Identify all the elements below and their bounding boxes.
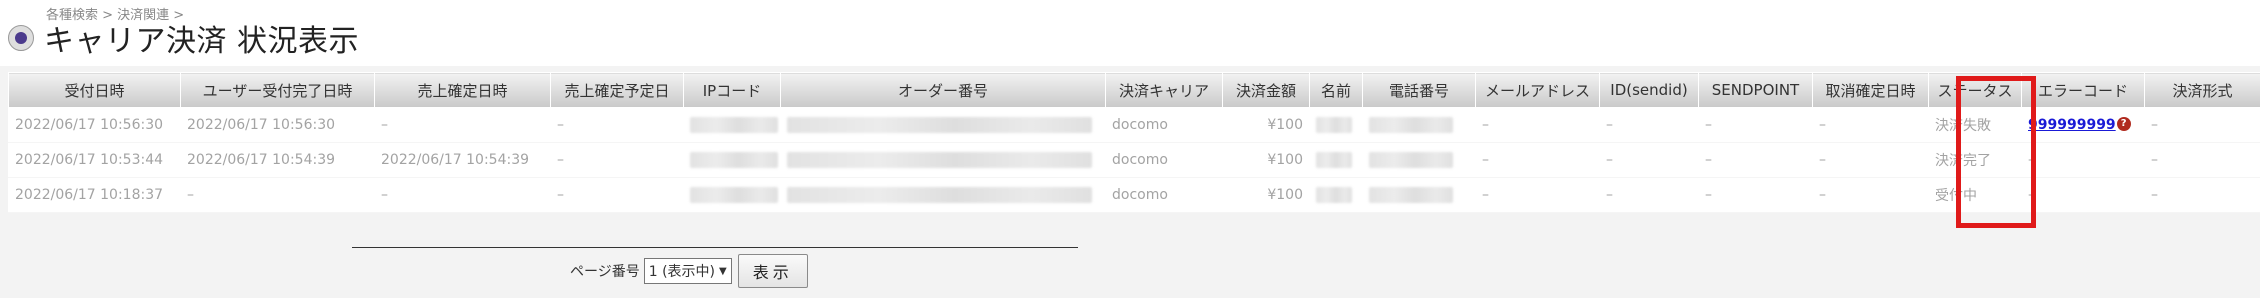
error-code-cell: 999999999? <box>2021 107 2145 143</box>
redacted-value <box>1316 117 1352 133</box>
cancel-confirmed-cell: – <box>1812 142 1929 178</box>
error-code-link[interactable]: 999999999 <box>2028 117 2116 133</box>
table-header-row: 受付日時 ユーザー受付完了日時 売上確定日時 売上確定予定日 IPコード オーダ… <box>8 72 2260 108</box>
table-row: 2022/06/17 10:18:37 – – – docomo ¥100 – … <box>8 177 2260 213</box>
column-header: エラーコード <box>2021 72 2145 108</box>
column-header: 受付日時 <box>8 72 181 108</box>
redacted-value <box>787 117 1092 133</box>
amount-cell: ¥100 <box>1222 142 1310 178</box>
email-cell: – <box>1475 177 1600 213</box>
redacted-value <box>787 187 1092 203</box>
user-completed-cell: 2022/06/17 10:56:30 <box>180 107 375 143</box>
carrier-cell: docomo <box>1105 177 1223 213</box>
redacted-value <box>1369 187 1453 203</box>
column-header: ID(sendid) <box>1599 72 1699 108</box>
title-row: キャリア決済 状況表示 <box>8 16 359 60</box>
cancel-confirmed-cell: – <box>1812 107 1929 143</box>
sales-scheduled-cell: – <box>550 107 684 143</box>
ip-code-cell <box>683 142 781 178</box>
sendid-cell: – <box>1599 177 1699 213</box>
received-cell: 2022/06/17 10:56:30 <box>8 107 181 143</box>
error-code-cell: – <box>2021 142 2145 178</box>
sendid-cell: – <box>1599 142 1699 178</box>
name-cell <box>1309 177 1363 213</box>
sales-confirmed-cell: 2022/06/17 10:54:39 <box>374 142 551 178</box>
column-header: 売上確定予定日 <box>550 72 684 108</box>
sales-scheduled-cell: – <box>550 142 684 178</box>
email-cell: – <box>1475 142 1600 178</box>
column-header: メールアドレス <box>1475 72 1600 108</box>
sendpoint-cell: – <box>1698 107 1813 143</box>
sales-confirmed-cell: – <box>374 107 551 143</box>
redacted-value <box>690 117 778 133</box>
sales-scheduled-cell: – <box>550 177 684 213</box>
column-header: ユーザー受付完了日時 <box>180 72 375 108</box>
redacted-value <box>690 187 778 203</box>
order-number-cell <box>780 107 1106 143</box>
page-title: キャリア決済 状況表示 <box>44 24 360 59</box>
email-cell: – <box>1475 107 1600 143</box>
payment-type-cell: – <box>2144 107 2260 143</box>
results-table: 受付日時 ユーザー受付完了日時 売上確定日時 売上確定予定日 IPコード オーダ… <box>8 72 2260 213</box>
redacted-value <box>1369 117 1453 133</box>
help-icon[interactable]: ? <box>2116 117 2131 131</box>
sendpoint-cell: – <box>1698 177 1813 213</box>
phone-cell <box>1362 177 1476 213</box>
phone-cell <box>1362 107 1476 143</box>
bullet-icon <box>8 25 34 51</box>
sendpoint-cell: – <box>1698 142 1813 178</box>
amount-cell: ¥100 <box>1222 107 1310 143</box>
table-row: 2022/06/17 10:53:44 2022/06/17 10:54:39 … <box>8 142 2260 178</box>
column-header: オーダー番号 <box>780 72 1106 108</box>
column-header: SENDPOINT <box>1698 72 1813 108</box>
column-header: 取消確定日時 <box>1812 72 1929 108</box>
ip-code-cell <box>683 177 781 213</box>
header: 各種検索 > 決済関連 > キャリア決済 状況表示 <box>0 0 2260 66</box>
order-number-cell <box>780 177 1106 213</box>
phone-cell <box>1362 142 1476 178</box>
column-header: 決済キャリア <box>1105 72 1223 108</box>
show-button[interactable]: 表示 <box>737 254 808 288</box>
redacted-value <box>690 152 778 168</box>
payment-type-cell: – <box>2144 177 2260 213</box>
page-number-value: 1 (表示中) <box>648 264 716 280</box>
received-cell: 2022/06/17 10:53:44 <box>8 142 181 178</box>
carrier-cell: docomo <box>1105 142 1223 178</box>
bullet-icon-dot <box>15 32 27 44</box>
redacted-value <box>1369 152 1453 168</box>
column-header: 決済形式 <box>2144 72 2260 108</box>
page: 各種検索 > 決済関連 > キャリア決済 状況表示 受付日時 ユーザー受付完了日… <box>0 0 2260 298</box>
chevron-down-icon: ▼ <box>719 265 727 277</box>
received-cell: 2022/06/17 10:18:37 <box>8 177 181 213</box>
user-completed-cell: 2022/06/17 10:54:39 <box>180 142 375 178</box>
sales-confirmed-cell: – <box>374 177 551 213</box>
column-header: 電話番号 <box>1362 72 1476 108</box>
cancel-confirmed-cell: – <box>1812 177 1929 213</box>
payment-type-cell: – <box>2144 142 2260 178</box>
page-number-select[interactable]: 1 (表示中) ▼ <box>643 258 732 284</box>
user-completed-cell: – <box>180 177 375 213</box>
pager: ページ番号 1 (表示中) ▼ 表示 <box>570 254 808 288</box>
amount-cell: ¥100 <box>1222 177 1310 213</box>
sendid-cell: – <box>1599 107 1699 143</box>
page-number-label: ページ番号 <box>570 264 640 280</box>
divider <box>352 247 1078 248</box>
redacted-value <box>1316 152 1352 168</box>
error-code-cell: – <box>2021 177 2145 213</box>
column-header: IPコード <box>683 72 781 108</box>
column-header: 売上確定日時 <box>374 72 551 108</box>
order-number-cell <box>780 142 1106 178</box>
ip-code-cell <box>683 107 781 143</box>
table-row: 2022/06/17 10:56:30 2022/06/17 10:56:30 … <box>8 107 2260 143</box>
carrier-cell: docomo <box>1105 107 1223 143</box>
status-highlight-box <box>1956 76 2036 228</box>
column-header: 名前 <box>1309 72 1363 108</box>
name-cell <box>1309 142 1363 178</box>
column-header: 決済金額 <box>1222 72 1310 108</box>
redacted-value <box>1316 187 1352 203</box>
name-cell <box>1309 107 1363 143</box>
redacted-value <box>787 152 1092 168</box>
